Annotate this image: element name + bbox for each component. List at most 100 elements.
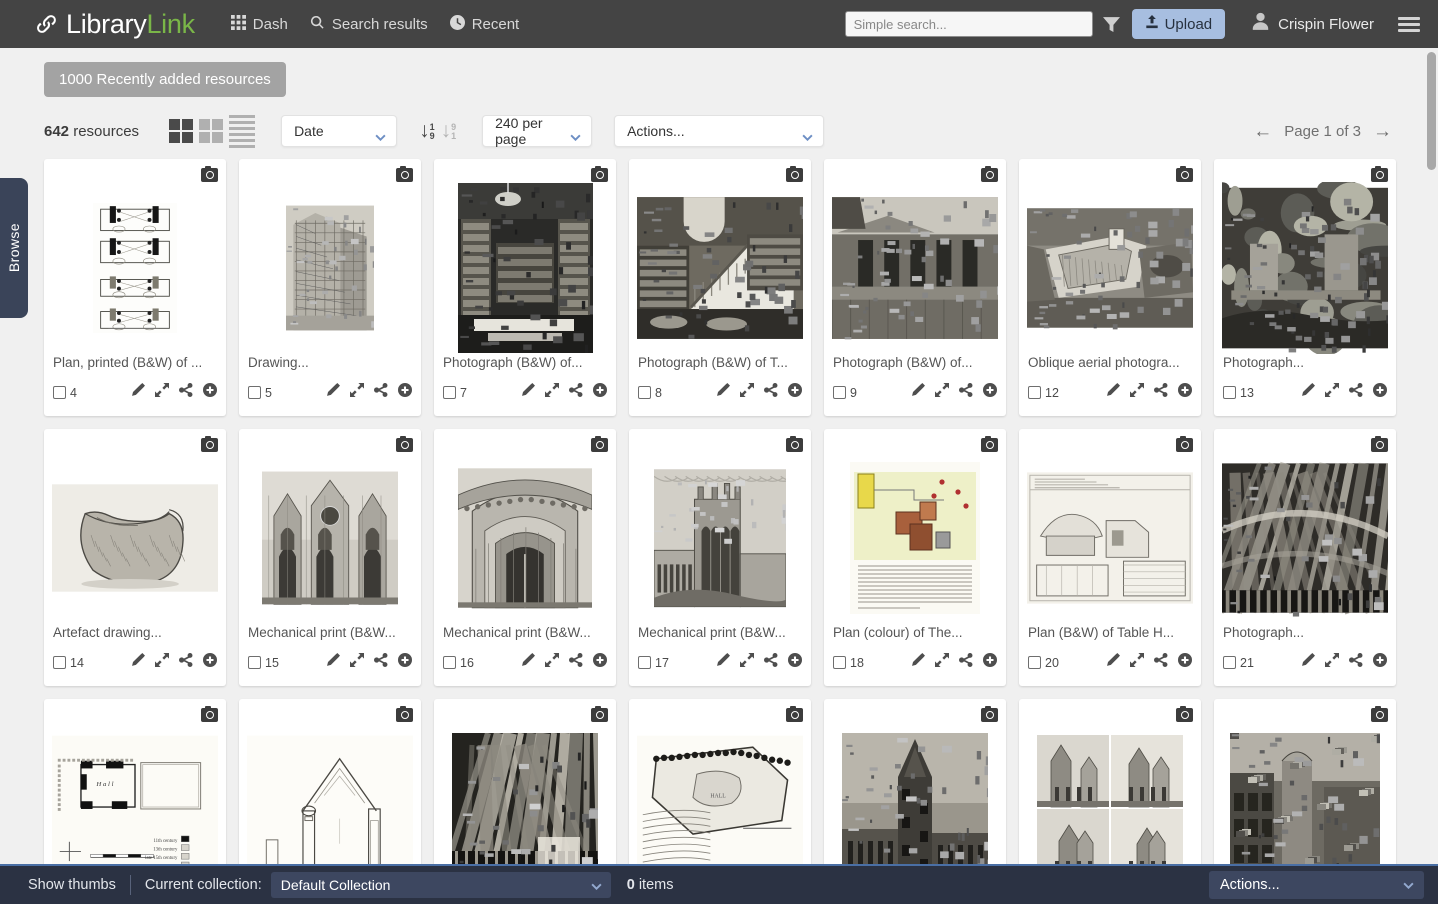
resource-thumbnail[interactable]: H a l l 11th century 13th century late 15t… xyxy=(44,699,226,864)
resource-card[interactable]: HALL Scale xyxy=(629,699,811,864)
resource-select-checkbox[interactable] xyxy=(53,656,66,669)
pencil-icon[interactable] xyxy=(1301,653,1315,672)
collection-actions-select[interactable]: Actions... xyxy=(1209,871,1424,899)
plus-circle-icon[interactable] xyxy=(788,653,802,672)
plus-circle-icon[interactable] xyxy=(593,383,607,402)
resource-thumbnail[interactable] xyxy=(1214,159,1396,355)
search-input[interactable] xyxy=(844,11,1093,37)
pencil-icon[interactable] xyxy=(521,653,535,672)
resource-card[interactable]: Photograph (B&W) of T... 8 xyxy=(629,159,811,416)
resource-card[interactable] xyxy=(434,699,616,864)
pencil-icon[interactable] xyxy=(521,383,535,402)
resource-thumbnail[interactable] xyxy=(44,429,226,625)
resource-select-checkbox[interactable] xyxy=(443,656,456,669)
share-icon[interactable] xyxy=(1349,383,1363,402)
resource-thumbnail[interactable] xyxy=(629,159,811,355)
resource-thumbnail[interactable] xyxy=(434,429,616,625)
resource-card[interactable]: Plan (B&W) of Table H... 20 xyxy=(1019,429,1201,686)
upload-button[interactable]: Upload xyxy=(1131,9,1226,39)
pencil-icon[interactable] xyxy=(1106,383,1120,402)
resource-thumbnail[interactable] xyxy=(239,699,421,864)
resource-select-checkbox[interactable] xyxy=(248,386,261,399)
browse-side-tab[interactable]: Browse xyxy=(0,178,28,318)
resource-card[interactable]: Plan, printed (B&W) of ... 4 xyxy=(44,159,226,416)
plus-circle-icon[interactable] xyxy=(1178,653,1192,672)
pencil-icon[interactable] xyxy=(716,383,730,402)
view-mode-grid-large-icon[interactable] xyxy=(169,119,194,143)
expand-icon[interactable] xyxy=(935,383,949,402)
nav-item-search-results[interactable]: Search results xyxy=(310,15,428,34)
resource-thumbnail[interactable] xyxy=(824,699,1006,864)
pencil-icon[interactable] xyxy=(1301,383,1315,402)
scrollbar-thumb[interactable] xyxy=(1427,52,1436,170)
share-icon[interactable] xyxy=(764,383,778,402)
resource-select-checkbox[interactable] xyxy=(638,386,651,399)
share-icon[interactable] xyxy=(569,653,583,672)
plus-circle-icon[interactable] xyxy=(1373,653,1387,672)
funnel-icon[interactable] xyxy=(1102,16,1120,33)
expand-icon[interactable] xyxy=(1130,383,1144,402)
resource-select-checkbox[interactable] xyxy=(1223,386,1236,399)
pencil-icon[interactable] xyxy=(326,383,340,402)
resource-thumbnail[interactable] xyxy=(434,159,616,355)
resource-card[interactable]: Photograph (B&W) of... 9 xyxy=(824,159,1006,416)
resource-card[interactable] xyxy=(239,699,421,864)
resource-select-checkbox[interactable] xyxy=(443,386,456,399)
share-icon[interactable] xyxy=(374,383,388,402)
resource-thumbnail[interactable] xyxy=(1019,429,1201,625)
expand-icon[interactable] xyxy=(545,383,559,402)
view-mode-list-icon[interactable] xyxy=(229,114,256,148)
expand-icon[interactable] xyxy=(1325,653,1339,672)
pencil-icon[interactable] xyxy=(1106,653,1120,672)
expand-icon[interactable] xyxy=(545,653,559,672)
plus-circle-icon[interactable] xyxy=(593,653,607,672)
plus-circle-icon[interactable] xyxy=(203,383,217,402)
share-icon[interactable] xyxy=(569,383,583,402)
resource-card[interactable]: Photograph... 13 xyxy=(1214,159,1396,416)
expand-icon[interactable] xyxy=(350,383,364,402)
brand-logo[interactable]: LibraryLink xyxy=(34,9,195,40)
resource-thumbnail[interactable] xyxy=(434,699,616,864)
share-icon[interactable] xyxy=(764,653,778,672)
resource-select-checkbox[interactable] xyxy=(638,656,651,669)
plus-circle-icon[interactable] xyxy=(398,383,412,402)
resource-thumbnail[interactable] xyxy=(239,429,421,625)
actions-select[interactable]: Actions... xyxy=(614,115,825,147)
breadcrumb-pill[interactable]: 1000 Recently added resources xyxy=(44,62,286,97)
sort-descending-button[interactable]: ↓ 91 xyxy=(441,120,457,141)
resource-card[interactable] xyxy=(824,699,1006,864)
arrow-right-icon[interactable]: → xyxy=(1373,122,1392,141)
page-scrollbar[interactable] xyxy=(1424,48,1438,864)
expand-icon[interactable] xyxy=(350,653,364,672)
pencil-icon[interactable] xyxy=(131,653,145,672)
sort-field-select[interactable]: Date xyxy=(281,115,398,147)
share-icon[interactable] xyxy=(179,653,193,672)
share-icon[interactable] xyxy=(1154,383,1168,402)
plus-circle-icon[interactable] xyxy=(1178,383,1192,402)
resource-select-checkbox[interactable] xyxy=(833,386,846,399)
resource-thumbnail[interactable] xyxy=(44,159,226,355)
pencil-icon[interactable] xyxy=(326,653,340,672)
expand-icon[interactable] xyxy=(740,653,754,672)
resource-thumbnail[interactable] xyxy=(1214,429,1396,625)
resource-card[interactable]: Photograph (B&W) of... 7 xyxy=(434,159,616,416)
share-icon[interactable] xyxy=(959,653,973,672)
resource-select-checkbox[interactable] xyxy=(53,386,66,399)
per-page-select[interactable]: 240 per page xyxy=(482,115,593,147)
resource-card[interactable]: Mechanical print (B&W... 17 xyxy=(629,429,811,686)
share-icon[interactable] xyxy=(1349,653,1363,672)
resource-select-checkbox[interactable] xyxy=(1223,656,1236,669)
expand-icon[interactable] xyxy=(740,383,754,402)
expand-icon[interactable] xyxy=(155,383,169,402)
resource-select-checkbox[interactable] xyxy=(1028,386,1041,399)
resource-card[interactable] xyxy=(1214,699,1396,864)
resource-card[interactable] xyxy=(1019,699,1201,864)
share-icon[interactable] xyxy=(374,653,388,672)
resource-thumbnail[interactable] xyxy=(239,159,421,355)
share-icon[interactable] xyxy=(1154,653,1168,672)
view-mode-grid-small-icon[interactable] xyxy=(199,119,224,143)
resource-thumbnail[interactable] xyxy=(1019,159,1201,355)
expand-icon[interactable] xyxy=(935,653,949,672)
nav-item-dash[interactable]: Dash xyxy=(230,14,288,34)
resource-thumbnail[interactable] xyxy=(629,429,811,625)
